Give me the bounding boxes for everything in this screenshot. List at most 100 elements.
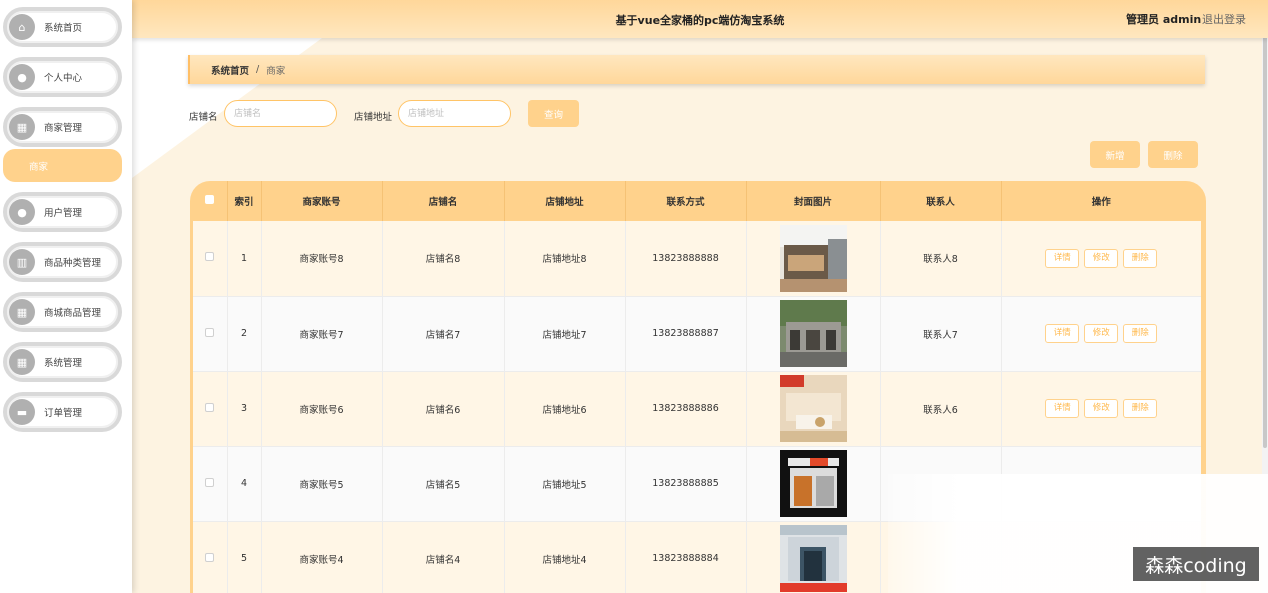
row-checkbox[interactable] — [205, 477, 215, 487]
table-header-row: 索引 商家账号 店铺名 店铺地址 联系方式 封面图片 联系人 操作 — [193, 181, 1201, 221]
delete-button[interactable]: 删除 — [1148, 141, 1198, 168]
address-cell: 店铺地址7 — [504, 296, 626, 372]
add-button[interactable]: 新增 — [1090, 141, 1140, 168]
shop-name-cell: 店铺名4 — [382, 521, 505, 593]
sidebar-item-users[interactable]: ● 用户管理 — [3, 192, 122, 232]
shop-name-input[interactable] — [224, 100, 337, 127]
account-cell: 商家账号4 — [261, 521, 383, 593]
shop-address-input[interactable] — [398, 100, 511, 127]
cover-image — [779, 525, 847, 592]
cover-cell — [746, 371, 881, 447]
home-icon: ⌂ — [9, 14, 35, 40]
contact-cell: 联系人6 — [880, 371, 1002, 447]
sidebar-item-label: 系统首页 — [44, 23, 83, 34]
shop-name-cell: 店铺名5 — [382, 446, 505, 522]
breadcrumb-current: 商家 — [266, 65, 286, 77]
sidebar-item-category[interactable]: ▥ 商品种类管理 — [3, 242, 122, 282]
sidebar-item-label: 商家管理 — [44, 123, 83, 134]
index-cell: 5 — [227, 521, 262, 593]
scrollbar-thumb[interactable] — [1263, 8, 1267, 448]
detail-button[interactable]: 详情 — [1045, 248, 1080, 268]
query-button[interactable]: 查询 — [528, 100, 579, 127]
cover-image — [779, 450, 847, 517]
sidebar-item-system[interactable]: ▦ 系统管理 — [3, 342, 122, 382]
app-title: 基于vue全家桶的pc端仿淘宝系统 — [615, 14, 785, 27]
delete-row-button[interactable]: 删除 — [1123, 324, 1158, 343]
user-icon: ● — [9, 64, 35, 90]
address-cell: 店铺地址8 — [504, 221, 626, 297]
address-cell: 店铺地址6 — [504, 371, 626, 447]
sidebar: ⌂ 系统首页 ● 个人中心 ▦ 商家管理 商家 ● 用户管理 ▥ 商品种类管理 … — [0, 0, 132, 593]
shop-name-cell: 店铺名8 — [382, 221, 505, 297]
index-cell: 3 — [227, 371, 262, 447]
contact-cell: 联系人7 — [880, 296, 1002, 372]
address-cell: 店铺地址4 — [504, 521, 626, 593]
breadcrumb-separator: / — [256, 64, 260, 75]
row-select-cell — [193, 521, 228, 593]
sidebar-item-orders[interactable]: ▬ 订单管理 — [3, 392, 122, 432]
row-checkbox[interactable] — [205, 402, 215, 412]
sidebar-item-label: 商城商品管理 — [44, 308, 102, 319]
table-row[interactable]: 3 商家账号6 店铺名6 店铺地址6 13823888886 联系人6 详情 修… — [193, 371, 1201, 447]
cover-cell — [746, 446, 881, 522]
index-cell: 4 — [227, 446, 262, 522]
sidebar-item-label: 用户管理 — [44, 208, 83, 219]
table-row[interactable]: 1 商家账号8 店铺名8 店铺地址8 13823888888 联系人8 详情 修… — [193, 221, 1201, 297]
breadcrumb-home[interactable]: 系统首页 — [211, 63, 249, 77]
cover-image — [779, 375, 847, 442]
shop-address-label: 店铺地址 — [354, 112, 393, 123]
sidebar-item-label: 系统管理 — [44, 358, 83, 369]
delete-row-button[interactable]: 删除 — [1123, 399, 1158, 418]
logout-link[interactable]: 退出登录 — [1202, 11, 1246, 27]
row-checkbox[interactable] — [205, 252, 215, 262]
account-cell: 商家账号7 — [261, 296, 383, 372]
column-header: 联系方式 — [625, 181, 747, 221]
detail-button[interactable]: 详情 — [1045, 324, 1080, 343]
index-cell: 2 — [227, 296, 262, 372]
select-all-checkbox[interactable] — [205, 195, 215, 204]
column-header: 索引 — [227, 181, 262, 221]
sidebar-item-merchant[interactable]: ▦ 商家管理 — [3, 107, 122, 147]
row-select-cell — [193, 296, 228, 372]
detail-button[interactable]: 详情 — [1045, 399, 1080, 418]
account-cell: 商家账号6 — [261, 371, 383, 447]
column-header: 商家账号 — [261, 181, 383, 221]
edit-button[interactable]: 修改 — [1084, 248, 1119, 268]
phone-cell: 13823888886 — [625, 371, 747, 447]
sidebar-item-products[interactable]: ▦ 商城商品管理 — [3, 292, 122, 332]
cover-cell — [746, 221, 881, 297]
phone-cell: 13823888885 — [625, 446, 747, 522]
row-select-cell — [193, 221, 228, 297]
row-checkbox[interactable] — [205, 327, 215, 337]
contact-cell: 联系人8 — [880, 221, 1002, 297]
row-select-cell — [193, 446, 228, 522]
cover-image — [779, 224, 847, 292]
briefcase-icon: ▬ — [9, 399, 35, 425]
sidebar-item-home[interactable]: ⌂ 系统首页 — [3, 7, 122, 47]
select-all-header — [193, 181, 228, 221]
top-bar: 基于vue全家桶的pc端仿淘宝系统 管理员 admin 退出登录 — [132, 0, 1268, 38]
row-checkbox[interactable] — [205, 552, 215, 562]
operation-cell: 详情 修改 删除 — [1001, 371, 1201, 447]
apps-icon: ▦ — [9, 299, 35, 325]
cover-cell — [746, 296, 881, 372]
phone-cell: 13823888888 — [625, 221, 747, 297]
shop-name-cell: 店铺名6 — [382, 371, 505, 447]
sidebar-item-label: 个人中心 — [44, 73, 83, 84]
shop-name-cell: 店铺名7 — [382, 296, 505, 372]
watermark: 森森coding — [1133, 547, 1259, 581]
operation-cell: 详情 修改 删除 — [1001, 296, 1201, 372]
book-icon: ▥ — [9, 249, 35, 275]
sidebar-subitem-merchant[interactable]: 商家 — [3, 149, 122, 182]
delete-row-button[interactable]: 删除 — [1123, 248, 1158, 268]
sidebar-item-profile[interactable]: ● 个人中心 — [3, 57, 122, 97]
sidebar-item-label: 商品种类管理 — [44, 258, 102, 269]
cover-image — [779, 300, 847, 367]
index-cell: 1 — [227, 221, 262, 297]
table-row[interactable]: 2 商家账号7 店铺名7 店铺地址7 13823888887 联系人7 详情 修… — [193, 296, 1201, 372]
edit-button[interactable]: 修改 — [1084, 324, 1119, 343]
column-header: 店铺名 — [382, 181, 505, 221]
phone-cell: 13823888884 — [625, 521, 747, 593]
edit-button[interactable]: 修改 — [1084, 399, 1119, 418]
address-cell: 店铺地址5 — [504, 446, 626, 522]
